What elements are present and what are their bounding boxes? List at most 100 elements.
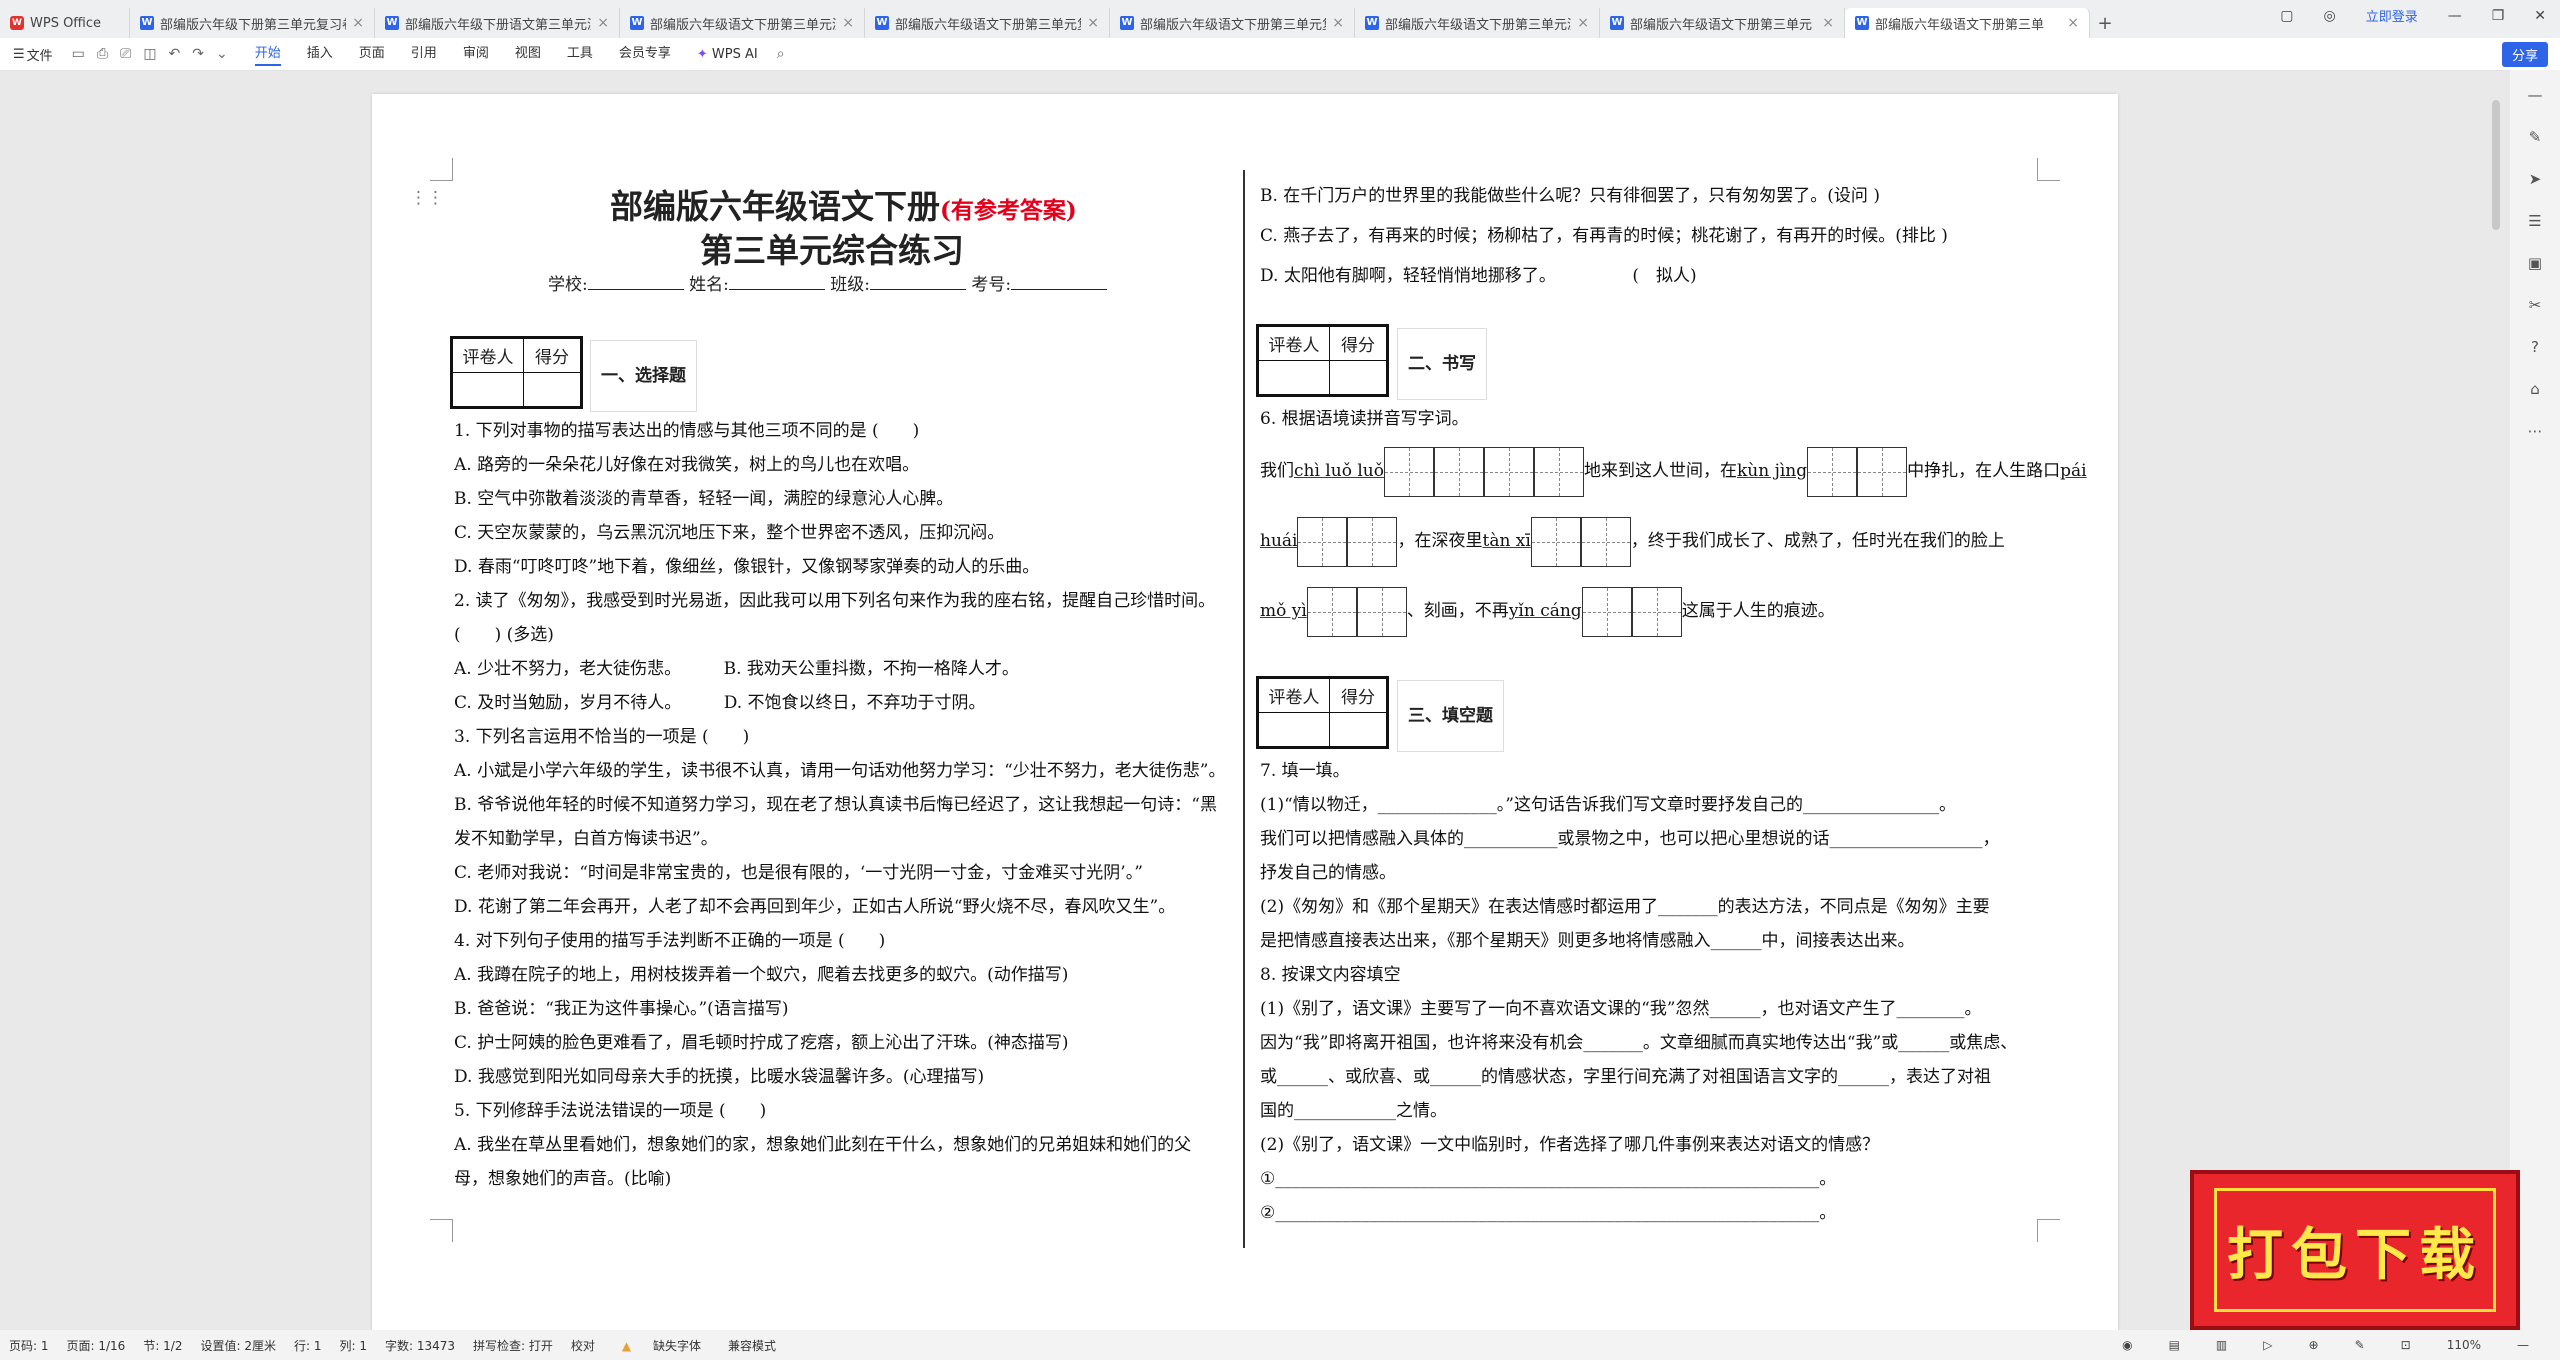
wps-ai-button[interactable]: ✦ WPS AI bbox=[697, 47, 758, 62]
collapse-icon[interactable]: — bbox=[2510, 86, 2560, 104]
close-tab-icon[interactable]: × bbox=[1087, 15, 1099, 31]
tab-label: 部编版六年级语文下册第三单元测试 bbox=[650, 17, 836, 33]
tab-3[interactable]: W 部编版六年级语文下册第三单元测试 × bbox=[620, 8, 865, 38]
status-proof[interactable]: 校对 bbox=[571, 1337, 595, 1354]
status-spell[interactable]: 拼写检查: 打开 bbox=[473, 1337, 553, 1354]
tab-8[interactable]: W 部编版六年级语文下册第三单 × bbox=[1845, 8, 2090, 38]
close-tab-icon[interactable]: × bbox=[2067, 15, 2079, 31]
save-icon[interactable]: ▭ bbox=[72, 46, 85, 62]
search-icon[interactable]: ⌕ bbox=[777, 46, 785, 62]
read-view-icon[interactable]: ▥ bbox=[2216, 1338, 2227, 1352]
close-tab-icon[interactable]: × bbox=[1332, 15, 1344, 31]
minimize-button[interactable]: — bbox=[2448, 8, 2462, 24]
pinyin-2: kùn jìng bbox=[1736, 461, 1808, 481]
tab-4[interactable]: W 部编版六年级语文下册第三单元复习 × bbox=[865, 8, 1110, 38]
char-box[interactable] bbox=[1306, 586, 1357, 637]
download-banner[interactable]: 打包下载 bbox=[2190, 1170, 2520, 1330]
ribbon-tab-6[interactable]: 工具 bbox=[567, 42, 593, 66]
char-box[interactable] bbox=[1530, 516, 1581, 567]
char-box[interactable] bbox=[1356, 586, 1407, 637]
reviewer-label: 评卷人 bbox=[452, 338, 524, 373]
new-tab-button[interactable]: + bbox=[2090, 8, 2120, 38]
w-text-4: ，在深夜里 bbox=[1397, 531, 1483, 551]
ribbon-tab-5[interactable]: 视图 bbox=[515, 42, 541, 66]
print-icon[interactable]: ⎚ bbox=[120, 46, 131, 62]
help-icon[interactable]: ? bbox=[2510, 338, 2560, 356]
image-icon[interactable]: ▣ bbox=[2510, 254, 2560, 272]
scrollbar[interactable] bbox=[2492, 100, 2500, 230]
pinyin-1: chì luǒ luǒ bbox=[1294, 461, 1384, 481]
char-box[interactable] bbox=[1433, 446, 1484, 497]
close-tab-icon[interactable]: × bbox=[352, 15, 364, 31]
undo-icon[interactable]: ↶ bbox=[169, 46, 181, 62]
title-main: 部编版六年级语文下册 bbox=[610, 187, 940, 226]
fit-icon[interactable]: ⊡ bbox=[2401, 1338, 2411, 1352]
edit-icon[interactable]: ✎ bbox=[2510, 128, 2560, 146]
right-bottom-line: ①_______________________________________… bbox=[1260, 1169, 1837, 1189]
char-box[interactable] bbox=[1580, 516, 1631, 567]
share-button[interactable]: 分享 bbox=[2501, 42, 2548, 67]
zoom-out-icon[interactable]: — bbox=[2517, 1338, 2529, 1352]
char-box[interactable] bbox=[1807, 446, 1858, 497]
web-icon[interactable]: ⊕ bbox=[2309, 1338, 2319, 1352]
play-icon[interactable]: ▷ bbox=[2263, 1338, 2272, 1352]
maximize-button[interactable]: ❐ bbox=[2492, 8, 2505, 24]
login-link[interactable]: 立即登录 bbox=[2366, 6, 2418, 25]
tab-label: 部编版六年级语文下册第三单元复习 bbox=[1140, 17, 1326, 33]
layout-icon[interactable]: ▢ bbox=[2280, 8, 2293, 24]
pen-icon[interactable]: ✎ bbox=[2355, 1338, 2365, 1352]
status-words[interactable]: 字数: 13473 bbox=[385, 1337, 455, 1354]
clothes-icon[interactable]: ⌂ bbox=[2510, 380, 2560, 398]
menu-icon[interactable]: ☰ bbox=[13, 47, 25, 62]
close-tab-icon[interactable]: × bbox=[842, 15, 854, 31]
tab-0[interactable]: W WPS Office bbox=[0, 8, 130, 38]
eye-icon[interactable]: ◉ bbox=[2122, 1338, 2132, 1352]
right-bottom-line: 是把情感直接表达出来，《那个星期天》则更多地将情感融入______中，间接表达出… bbox=[1260, 931, 1915, 951]
ribbon-tab-1[interactable]: 插入 bbox=[307, 42, 333, 66]
redo-icon[interactable]: ↷ bbox=[192, 46, 204, 62]
preview-icon[interactable]: ◫ bbox=[143, 46, 156, 62]
select-icon[interactable]: ➤ bbox=[2510, 170, 2560, 188]
ribbon-tab-2[interactable]: 页面 bbox=[359, 42, 385, 66]
close-window-button[interactable]: ✕ bbox=[2534, 8, 2546, 24]
more-icon[interactable]: ⋯ bbox=[2510, 422, 2560, 440]
tab-1[interactable]: W 部编版六年级下册第三单元复习卷.docx × bbox=[130, 8, 375, 38]
close-tab-icon[interactable]: × bbox=[1822, 15, 1834, 31]
tab-5[interactable]: W 部编版六年级语文下册第三单元复习 × bbox=[1110, 8, 1355, 38]
zoom-level[interactable]: 110% bbox=[2447, 1338, 2481, 1352]
char-box[interactable] bbox=[1483, 446, 1534, 497]
page-view-icon[interactable]: ▤ bbox=[2169, 1338, 2180, 1352]
ribbon-tab-0[interactable]: 开始 bbox=[254, 42, 281, 66]
word-doc-icon: W bbox=[385, 16, 399, 30]
char-box[interactable] bbox=[1857, 446, 1908, 497]
window-controls: ▢ ◎ 立即登录 — ❐ ✕ bbox=[2280, 6, 2546, 26]
drag-handle-icon[interactable]: ⋮⋮ bbox=[410, 188, 444, 208]
tab-6[interactable]: W 部编版六年级语文下册第三单元测 × bbox=[1355, 8, 1600, 38]
file-menu[interactable]: 文件 bbox=[27, 45, 53, 64]
close-tab-icon[interactable]: × bbox=[597, 15, 609, 31]
share-label: 分享 bbox=[2511, 49, 2538, 64]
status-pages[interactable]: 页面: 1/16 bbox=[67, 1337, 126, 1354]
char-box[interactable] bbox=[1347, 516, 1398, 567]
font-missing-label: 缺失字体 bbox=[652, 1338, 701, 1353]
tools-icon[interactable]: ✂ bbox=[2510, 296, 2560, 314]
status-font-missing[interactable]: ▲ 缺失字体 bbox=[613, 1337, 710, 1354]
skin-icon[interactable]: ◎ bbox=[2323, 8, 2335, 24]
tab-7[interactable]: W 部编版六年级语文下册第三单元 × bbox=[1600, 8, 1845, 38]
tab-label: WPS Office bbox=[30, 15, 102, 31]
ribbon-tab-7[interactable]: 会员专享 bbox=[619, 42, 671, 66]
ribbon-tab-4[interactable]: 审阅 bbox=[463, 42, 489, 66]
word-doc-icon: W bbox=[1855, 16, 1869, 30]
style-icon[interactable]: ☰ bbox=[2510, 212, 2560, 230]
char-box[interactable] bbox=[1297, 516, 1348, 567]
char-box[interactable] bbox=[1631, 586, 1682, 637]
char-box[interactable] bbox=[1533, 446, 1584, 497]
ribbon-tab-3[interactable]: 引用 bbox=[411, 42, 437, 66]
close-tab-icon[interactable]: × bbox=[1577, 15, 1589, 31]
char-box[interactable] bbox=[1581, 586, 1632, 637]
char-box[interactable] bbox=[1383, 446, 1434, 497]
export-icon[interactable]: ⎙ bbox=[97, 46, 108, 62]
tab-2[interactable]: W 部编版六年级下册语文第三单元测试 × bbox=[375, 8, 620, 38]
right-bottom-line: (1)《别了，语文课》主要写了一向不喜欢语文课的“我”忽然______，也对语文… bbox=[1260, 999, 1982, 1019]
dropdown-icon[interactable]: ⌄ bbox=[216, 46, 228, 62]
